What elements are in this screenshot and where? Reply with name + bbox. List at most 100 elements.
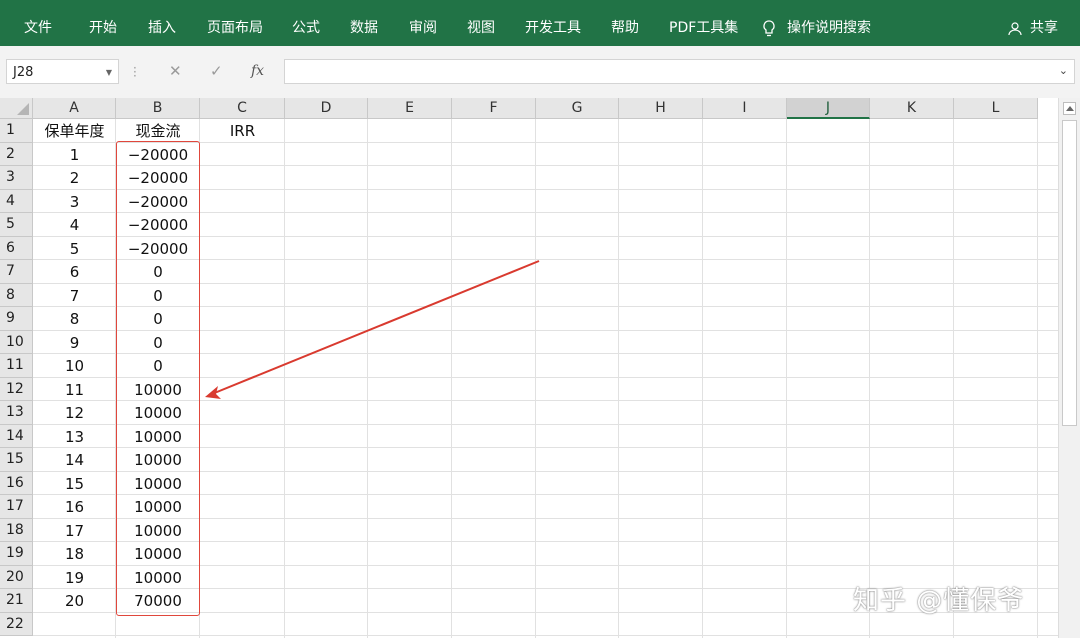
scroll-thumb[interactable] bbox=[1062, 120, 1077, 426]
gridline-horizontal bbox=[33, 635, 1058, 636]
row-header-8[interactable]: 8 bbox=[0, 283, 33, 307]
cancel-icon[interactable]: ✕ bbox=[169, 59, 182, 84]
row-header-7[interactable]: 7 bbox=[0, 260, 33, 284]
row-header-17[interactable]: 17 bbox=[0, 495, 33, 519]
scroll-up-icon[interactable] bbox=[1063, 102, 1076, 115]
cell-a1-header[interactable]: 保单年度 bbox=[33, 119, 116, 143]
cell-policy-year[interactable]: 19 bbox=[33, 566, 116, 590]
row-header-21[interactable]: 21 bbox=[0, 589, 33, 613]
row-header-5[interactable]: 5 bbox=[0, 213, 33, 237]
row-header-14[interactable]: 14 bbox=[0, 424, 33, 448]
worksheet-grid[interactable]: A B C D E F G H I J K L 1 2 3 4 5 6 7 8 9 10 11 12 13 14 15 16 17 18 1… bbox=[0, 98, 1058, 638]
tab-0[interactable]: 文件 bbox=[24, 0, 52, 46]
expand-formula-icon[interactable]: ⌄ bbox=[1059, 64, 1068, 77]
name-box[interactable]: J28 ▼ bbox=[6, 59, 119, 84]
share-label: 共享 bbox=[1030, 20, 1058, 36]
column-header-b[interactable]: B bbox=[116, 98, 200, 119]
cell-policy-year[interactable]: 12 bbox=[33, 401, 116, 425]
column-header-k[interactable]: K bbox=[870, 98, 954, 119]
cell-policy-year[interactable]: 1 bbox=[33, 143, 116, 167]
tab-8[interactable]: 开发工具 bbox=[525, 0, 581, 46]
column-header-f[interactable]: F bbox=[452, 98, 536, 119]
row-header-19[interactable]: 19 bbox=[0, 542, 33, 566]
row-header-1[interactable]: 1 bbox=[0, 119, 33, 143]
cell-policy-year[interactable]: 4 bbox=[33, 213, 116, 237]
tab-7[interactable]: 视图 bbox=[467, 0, 495, 46]
cashflow-highlight-box bbox=[116, 141, 200, 616]
cell-policy-year[interactable]: 20 bbox=[33, 589, 116, 613]
row-header-20[interactable]: 20 bbox=[0, 565, 33, 589]
row-header-4[interactable]: 4 bbox=[0, 189, 33, 213]
row-header-15[interactable]: 15 bbox=[0, 448, 33, 472]
cell-policy-year[interactable]: 9 bbox=[33, 331, 116, 355]
grip-icon[interactable]: · · · bbox=[133, 62, 137, 82]
tab-1[interactable]: 开始 bbox=[89, 0, 117, 46]
column-header-j[interactable]: J bbox=[787, 98, 870, 119]
tab-2[interactable]: 插入 bbox=[148, 0, 176, 46]
cell-policy-year[interactable]: 18 bbox=[33, 542, 116, 566]
ribbon: 文件 开始 插入 页面布局 公式 数据 审阅 视图 开发工具 帮助 PDF工具集 操作说明搜索 共享 bbox=[0, 0, 1080, 46]
lightbulb-icon bbox=[763, 20, 775, 37]
person-icon bbox=[1008, 22, 1022, 36]
row-header-2[interactable]: 2 bbox=[0, 142, 33, 166]
row-header-13[interactable]: 13 bbox=[0, 401, 33, 425]
cell-policy-year[interactable]: 10 bbox=[33, 354, 116, 378]
formula-bar: J28 ▼ · · · ✕ ✓ fx ⌄ bbox=[0, 46, 1080, 98]
column-header-h[interactable]: H bbox=[619, 98, 703, 119]
cell-policy-year[interactable]: 5 bbox=[33, 237, 116, 261]
row-header-16[interactable]: 16 bbox=[0, 471, 33, 495]
row-header-22[interactable]: 22 bbox=[0, 612, 33, 636]
cell-b1-header[interactable]: 现金流 bbox=[116, 119, 200, 143]
tab-3[interactable]: 页面布局 bbox=[207, 0, 263, 46]
tab-4[interactable]: 公式 bbox=[292, 0, 320, 46]
name-box-value: J28 bbox=[13, 65, 34, 80]
tab-5[interactable]: 数据 bbox=[350, 0, 378, 46]
cell-policy-year[interactable]: 14 bbox=[33, 448, 116, 472]
row-header-9[interactable]: 9 bbox=[0, 307, 33, 331]
column-header-c[interactable]: C bbox=[200, 98, 285, 119]
column-header-e[interactable]: E bbox=[368, 98, 452, 119]
row-header-10[interactable]: 10 bbox=[0, 330, 33, 354]
watermark: 知乎 @懂保爷 bbox=[853, 586, 1025, 616]
cell-policy-year[interactable]: 2 bbox=[33, 166, 116, 190]
cell-policy-year[interactable]: 15 bbox=[33, 472, 116, 496]
vertical-scrollbar[interactable] bbox=[1058, 98, 1080, 638]
gridline-vertical bbox=[1037, 119, 1038, 638]
tab-10[interactable]: PDF工具集 bbox=[669, 0, 738, 46]
enter-icon[interactable]: ✓ bbox=[210, 59, 223, 84]
tab-9[interactable]: 帮助 bbox=[611, 0, 639, 46]
column-header-a[interactable]: A bbox=[33, 98, 116, 119]
chevron-down-icon[interactable]: ▼ bbox=[106, 60, 112, 85]
formula-input[interactable]: ⌄ bbox=[284, 59, 1075, 84]
tab-6[interactable]: 审阅 bbox=[409, 0, 437, 46]
row-header-11[interactable]: 11 bbox=[0, 354, 33, 378]
column-header-d[interactable]: D bbox=[285, 98, 368, 119]
gridline-vertical bbox=[702, 119, 703, 638]
gridline-vertical bbox=[451, 119, 452, 638]
column-header-i[interactable]: I bbox=[703, 98, 787, 119]
cell-policy-year[interactable]: 7 bbox=[33, 284, 116, 308]
column-header-l[interactable]: L bbox=[954, 98, 1038, 119]
cell-policy-year[interactable]: 6 bbox=[33, 260, 116, 284]
cell-policy-year[interactable]: 16 bbox=[33, 495, 116, 519]
row-header-6[interactable]: 6 bbox=[0, 236, 33, 260]
cell-policy-year[interactable]: 3 bbox=[33, 190, 116, 214]
gridline-vertical bbox=[786, 119, 787, 638]
row-header-18[interactable]: 18 bbox=[0, 518, 33, 542]
cell-policy-year[interactable]: 13 bbox=[33, 425, 116, 449]
tell-me-search[interactable]: 操作说明搜索 bbox=[787, 0, 871, 46]
gridline-vertical bbox=[953, 119, 954, 638]
gridline-vertical bbox=[618, 119, 619, 638]
share-button[interactable]: 共享 bbox=[1008, 0, 1058, 46]
cell-policy-year[interactable]: 17 bbox=[33, 519, 116, 543]
insert-function-button[interactable]: fx bbox=[251, 59, 264, 84]
row-header-12[interactable]: 12 bbox=[0, 377, 33, 401]
cell-policy-year[interactable]: 11 bbox=[33, 378, 116, 402]
cell-policy-year[interactable]: 8 bbox=[33, 307, 116, 331]
select-all-button[interactable] bbox=[0, 98, 33, 119]
gridline-vertical bbox=[367, 119, 368, 638]
column-header-g[interactable]: G bbox=[536, 98, 619, 119]
cell-c1-header[interactable]: IRR bbox=[200, 119, 285, 143]
gridline-vertical bbox=[284, 119, 285, 638]
row-header-3[interactable]: 3 bbox=[0, 166, 33, 190]
